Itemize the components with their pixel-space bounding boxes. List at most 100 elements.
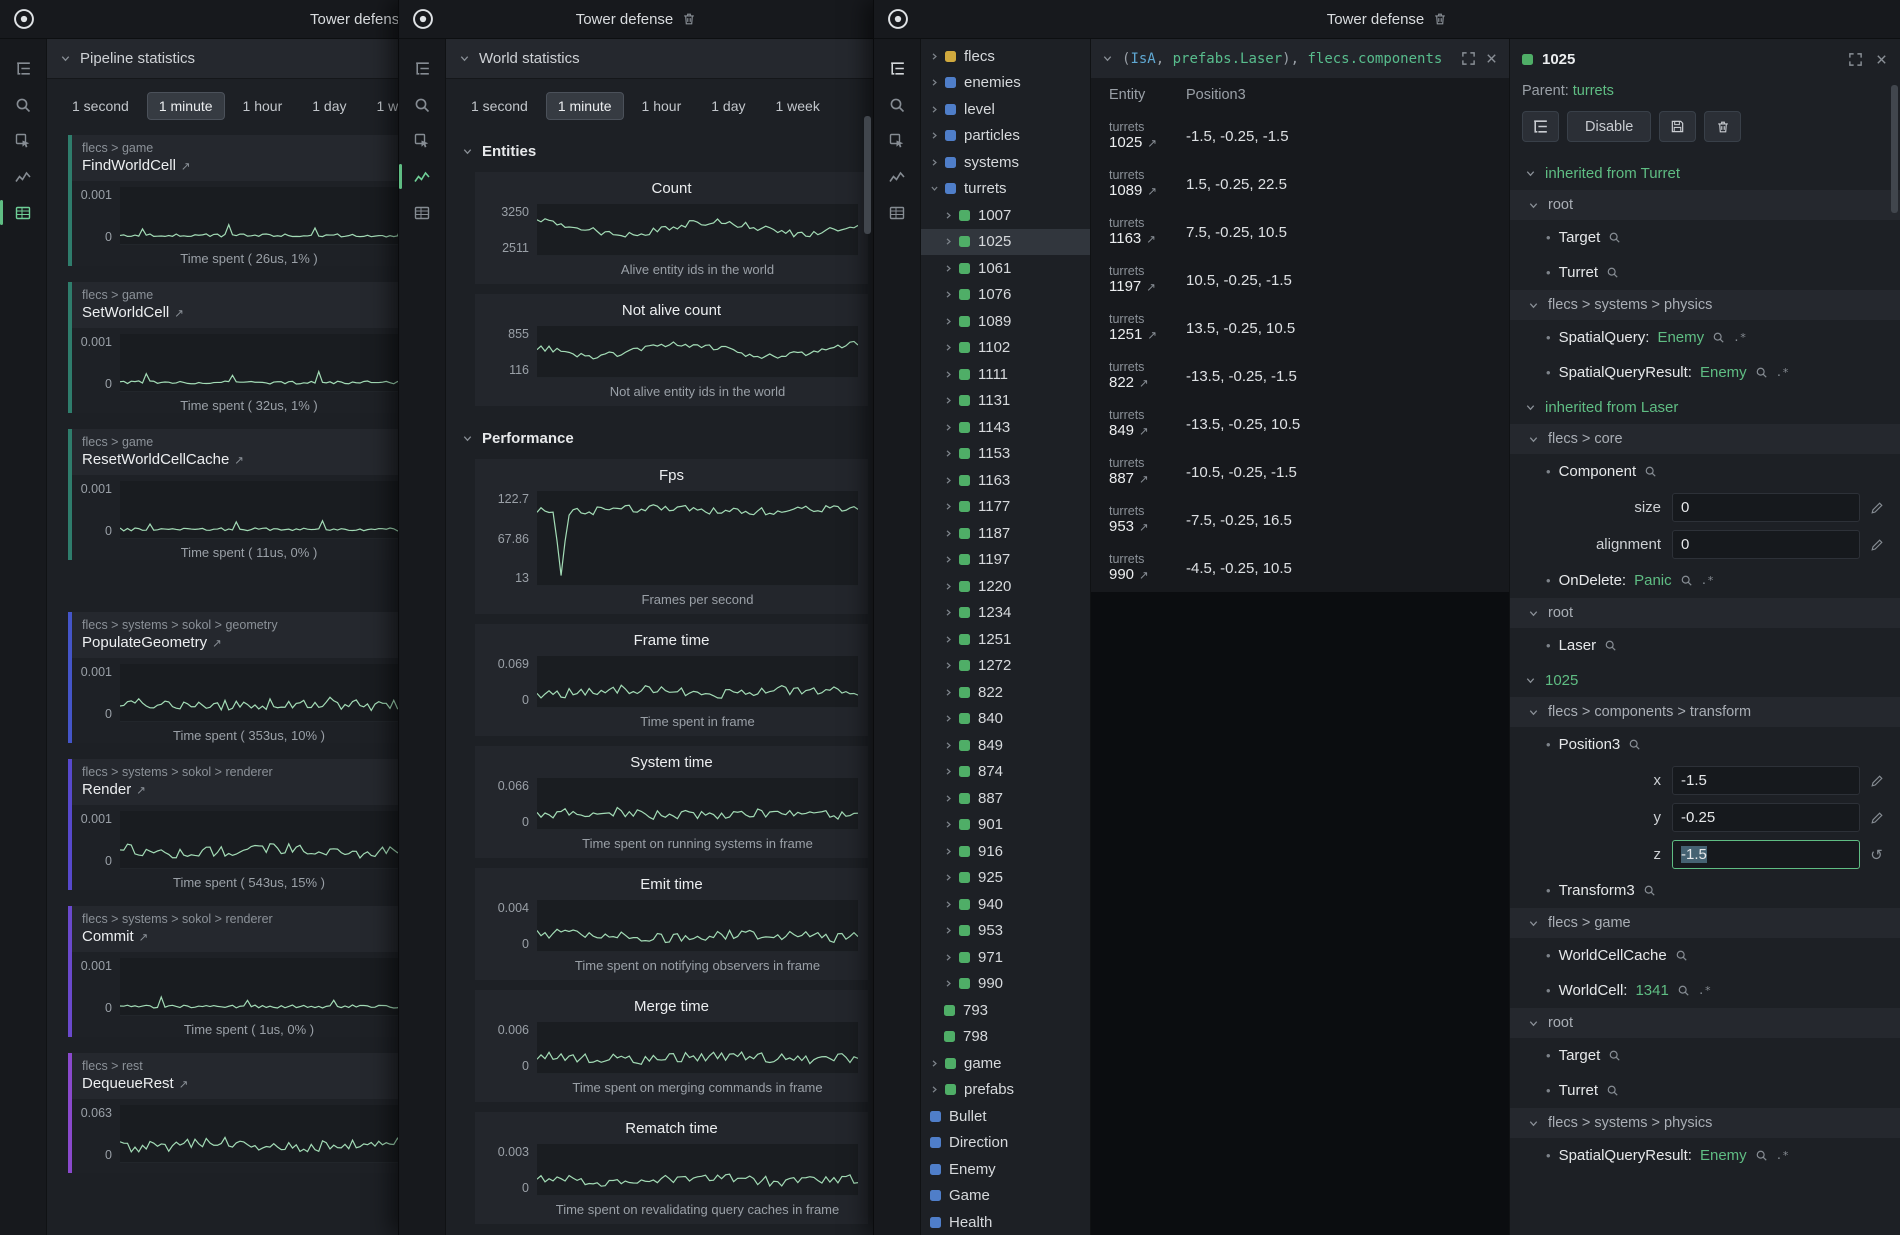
tree-item-Enemy[interactable]: Enemy: [921, 1156, 1090, 1183]
tree-item-1131[interactable]: 1131: [921, 388, 1090, 415]
search-icon[interactable]: [1755, 366, 1768, 379]
tree-item-1089[interactable]: 1089: [921, 308, 1090, 335]
stat-name-link[interactable]: FindWorldCell↗: [82, 157, 398, 174]
stat-name-link[interactable]: PopulateGeometry↗: [82, 634, 398, 651]
tree-item-901[interactable]: 901: [921, 812, 1090, 839]
nav-chart-icon[interactable]: [6, 161, 40, 192]
tree-item-1153[interactable]: 1153: [921, 441, 1090, 468]
search-icon[interactable]: [1608, 231, 1621, 244]
nav-chart-icon[interactable]: [880, 161, 914, 192]
inspector-group-header[interactable]: flecs > systems > physics: [1510, 290, 1900, 320]
inspector-group-header[interactable]: flecs > core: [1510, 424, 1900, 454]
inspector-group-header[interactable]: root: [1510, 598, 1900, 628]
tree-item-1163[interactable]: 1163: [921, 467, 1090, 494]
query-expr-icon[interactable]: .*: [1776, 366, 1789, 379]
trash-icon[interactable]: [1433, 12, 1447, 26]
panel-header-world[interactable]: World statistics: [446, 39, 873, 79]
inspector-section-header[interactable]: 1025: [1510, 663, 1900, 697]
tree-item-1220[interactable]: 1220: [921, 573, 1090, 600]
undo-icon[interactable]: ↺: [1868, 846, 1885, 864]
tree-item-Health[interactable]: Health: [921, 1209, 1090, 1235]
nav-table-icon[interactable]: [880, 197, 914, 228]
time-range-1-hour[interactable]: 1 hour: [630, 92, 694, 120]
tree-item-1187[interactable]: 1187: [921, 520, 1090, 547]
tree-item-Game[interactable]: Game: [921, 1183, 1090, 1210]
section-header-performance[interactable]: Performance: [446, 416, 873, 455]
time-range-1-minute[interactable]: 1 minute: [546, 92, 624, 120]
edit-pencil-icon[interactable]: [1868, 501, 1885, 515]
panel-header-pipeline[interactable]: Pipeline statistics: [47, 39, 398, 79]
entity-cell[interactable]: turrets953↗: [1091, 504, 1186, 536]
time-range-1-day[interactable]: 1 day: [699, 92, 757, 120]
time-range-1-second[interactable]: 1 second: [459, 92, 540, 120]
field-input-z[interactable]: -1.5: [1672, 840, 1860, 869]
nav-tree-icon[interactable]: [880, 53, 914, 84]
scrollbar-thumb[interactable]: [1891, 85, 1898, 213]
tree-item-1177[interactable]: 1177: [921, 494, 1090, 521]
search-icon[interactable]: [1680, 574, 1693, 587]
inspector-group-header[interactable]: root: [1510, 190, 1900, 220]
inspector-section-header[interactable]: inherited from Turret: [1510, 156, 1900, 190]
entity-cell[interactable]: turrets1025↗: [1091, 120, 1186, 152]
component-value-link[interactable]: 1341: [1635, 982, 1668, 999]
tree-item-916[interactable]: 916: [921, 838, 1090, 865]
field-input-x[interactable]: -1.5: [1672, 766, 1860, 795]
inspector-group-header[interactable]: flecs > components > transform: [1510, 697, 1900, 727]
tree-item-flecs[interactable]: flecs: [921, 43, 1090, 70]
nav-table-icon[interactable]: [6, 197, 40, 228]
trash-icon[interactable]: [682, 12, 696, 26]
nav-inspect-icon[interactable]: [880, 125, 914, 156]
search-icon[interactable]: [1604, 639, 1617, 652]
save-button[interactable]: [1659, 111, 1696, 142]
query-expr-icon[interactable]: .*: [1701, 574, 1714, 587]
tree-item-887[interactable]: 887: [921, 785, 1090, 812]
tree-item-1076[interactable]: 1076: [921, 282, 1090, 309]
tree-item-822[interactable]: 822: [921, 679, 1090, 706]
time-range-1-day[interactable]: 1 day: [300, 92, 358, 120]
tree-item-953[interactable]: 953: [921, 918, 1090, 945]
tree-item-971[interactable]: 971: [921, 944, 1090, 971]
time-range-1-hour[interactable]: 1 hour: [231, 92, 295, 120]
tree-item-systems[interactable]: systems: [921, 149, 1090, 176]
expand-icon[interactable]: [1848, 52, 1863, 67]
tree-item-prefabs[interactable]: prefabs: [921, 1077, 1090, 1104]
tree-item-840[interactable]: 840: [921, 706, 1090, 733]
stat-name-link[interactable]: DequeueRest↗: [82, 1075, 398, 1092]
query-expr-icon[interactable]: .*: [1776, 1149, 1789, 1162]
nav-tree-icon[interactable]: [405, 53, 439, 84]
tree-item-particles[interactable]: particles: [921, 123, 1090, 150]
nav-chart-icon[interactable]: [405, 161, 439, 192]
tree-item-798[interactable]: 798: [921, 1024, 1090, 1051]
tree-item-940[interactable]: 940: [921, 891, 1090, 918]
tree-view-button[interactable]: [1522, 111, 1559, 142]
tree-item-1234[interactable]: 1234: [921, 600, 1090, 627]
tree-item-874[interactable]: 874: [921, 759, 1090, 786]
stat-name-link[interactable]: Render↗: [82, 781, 398, 798]
tree-item-1251[interactable]: 1251: [921, 626, 1090, 653]
tree-item-1061[interactable]: 1061: [921, 255, 1090, 282]
parent-link[interactable]: turrets: [1573, 83, 1614, 99]
inspector-section-header[interactable]: inherited from Laser: [1510, 390, 1900, 424]
search-icon[interactable]: [1644, 465, 1657, 478]
nav-table-icon[interactable]: [405, 197, 439, 228]
tree-item-Direction[interactable]: Direction: [921, 1130, 1090, 1157]
search-icon[interactable]: [1643, 884, 1656, 897]
tree-item-level[interactable]: level: [921, 96, 1090, 123]
search-icon[interactable]: [1755, 1149, 1768, 1162]
tree-item-990[interactable]: 990: [921, 971, 1090, 998]
tree-item-849[interactable]: 849: [921, 732, 1090, 759]
nav-search-icon[interactable]: [405, 89, 439, 120]
stat-name-link[interactable]: ResetWorldCellCache↗: [82, 451, 398, 468]
field-input-alignment[interactable]: 0: [1672, 530, 1860, 559]
nav-search-icon[interactable]: [6, 89, 40, 120]
field-input-size[interactable]: 0: [1672, 493, 1860, 522]
tree-item-turrets[interactable]: turrets: [921, 176, 1090, 203]
tree-item-1197[interactable]: 1197: [921, 547, 1090, 574]
entity-cell[interactable]: turrets887↗: [1091, 456, 1186, 488]
entity-cell[interactable]: turrets849↗: [1091, 408, 1186, 440]
chevron-down-icon[interactable]: [1102, 53, 1113, 64]
entity-cell[interactable]: turrets1197↗: [1091, 264, 1186, 296]
tree-item-1025[interactable]: 1025: [921, 229, 1090, 256]
inspector-group-header[interactable]: root: [1510, 1008, 1900, 1038]
tree-item-1111[interactable]: 1111: [921, 361, 1090, 388]
